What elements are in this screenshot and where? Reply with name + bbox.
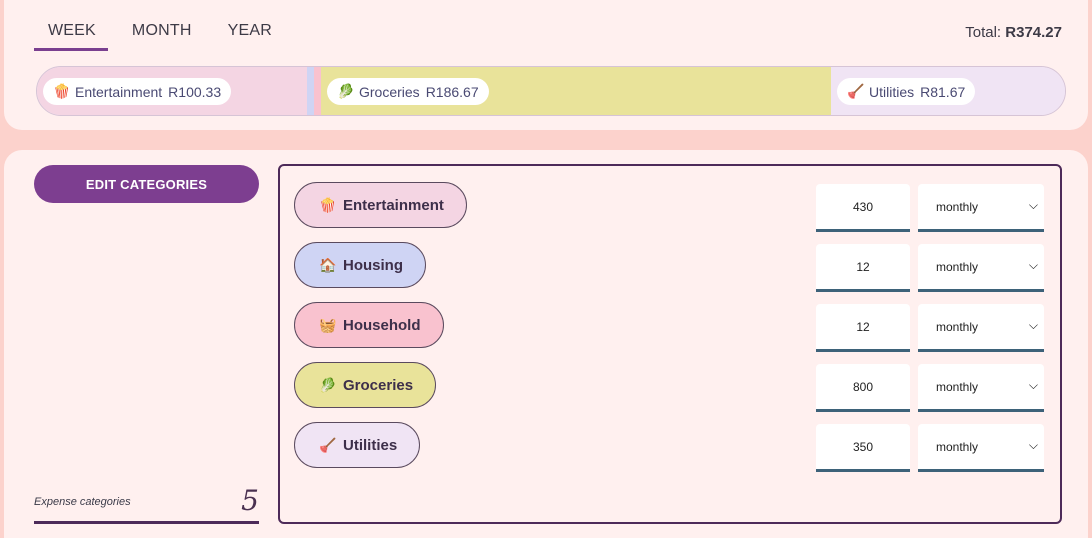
segment-label-groceries: 🥬 Groceries R186.67 [327,78,489,105]
category-row-entertainment: 🍿 Entertainment monthly ⌵ [294,182,1048,232]
amount-input-entertainment[interactable] [816,184,910,232]
segment-name: Groceries [359,83,420,100]
segment-name: Entertainment [75,83,163,100]
category-row-housing: 🏠 Housing monthly ⌵ [294,242,1048,292]
amount-input-groceries[interactable] [816,364,910,412]
category-count-value: 5 [241,484,259,517]
frequency-select-groceries[interactable]: monthly ⌵ [918,364,1044,412]
category-count: Expense categories 5 [34,484,259,524]
category-name: Household [343,316,421,334]
summary-panel: WEEK MONTH YEAR Total: R374.27 🍿 Enterta… [4,0,1088,130]
edit-categories-button[interactable]: EDIT CATEGORIES [34,165,259,203]
segment-amount: R100.33 [168,83,222,100]
amount-input-utilities[interactable] [816,424,910,472]
category-pill-groceries[interactable]: 🥬 Groceries [294,362,437,408]
lettuce-icon: 🥬 [337,83,355,99]
frequency-select-household[interactable]: monthly ⌵ [918,304,1044,352]
tab-year[interactable]: YEAR [214,22,284,51]
amount-input-housing[interactable] [816,244,910,292]
chevron-down-icon: ⌵ [1028,318,1038,332]
segment-household[interactable] [314,67,321,115]
amount-input-household[interactable] [816,304,910,352]
category-pill-entertainment[interactable]: 🍿 Entertainment [294,182,467,228]
total-label: Total: [965,24,1002,41]
frequency-value: monthly [936,379,979,394]
segment-name: Utilities [869,83,915,100]
category-name: Utilities [343,436,398,454]
chevron-down-icon: ⌵ [1028,198,1038,212]
category-name: Entertainment [343,196,444,214]
segment-housing[interactable] [307,67,314,115]
frequency-select-housing[interactable]: monthly ⌵ [918,244,1044,292]
expense-breakdown-bar: 🍿 Entertainment R100.33 🥬 Groceries R186… [36,66,1066,116]
tab-month[interactable]: MONTH [118,22,204,51]
frequency-select-entertainment[interactable]: monthly ⌵ [918,184,1044,232]
segment-entertainment[interactable]: 🍿 Entertainment R100.33 [37,67,307,115]
popcorn-icon: 🍿 [53,83,71,99]
category-name: Groceries [343,376,414,394]
category-pill-household[interactable]: 🧺 Household [294,302,444,348]
tab-week[interactable]: WEEK [34,22,108,51]
frequency-value: monthly [936,199,979,214]
segment-amount: R186.67 [425,83,479,100]
category-list: 🍿 Entertainment monthly ⌵ 🏠 Housing mont… [278,164,1062,524]
frequency-value: monthly [936,439,979,454]
category-pill-housing[interactable]: 🏠 Housing [294,242,426,288]
lettuce-icon: 🥬 [319,376,337,393]
category-pill-utilities[interactable]: 🪠 Utilities [294,422,421,468]
plunger-icon: 🪠 [319,436,337,453]
segment-amount: R81.67 [920,83,966,100]
chevron-down-icon: ⌵ [1028,378,1038,392]
segment-label-utilities: 🪠 Utilities R81.67 [837,78,976,105]
category-name: Housing [343,256,403,274]
plunger-icon: 🪠 [847,83,865,99]
chevron-down-icon: ⌵ [1028,438,1038,452]
house-icon: 🏠 [319,256,337,273]
frequency-value: monthly [936,259,979,274]
total-amount: Total: R374.27 [965,24,1062,41]
iron-icon: 🧺 [319,316,337,333]
total-value: R374.27 [1005,24,1062,41]
period-tabs: WEEK MONTH YEAR [34,22,284,51]
frequency-select-utilities[interactable]: monthly ⌵ [918,424,1044,472]
segment-groceries[interactable]: 🥬 Groceries R186.67 [321,67,831,115]
segment-label-entertainment: 🍿 Entertainment R100.33 [43,78,232,105]
category-row-utilities: 🪠 Utilities monthly ⌵ [294,422,1048,472]
segment-utilities[interactable]: 🪠 Utilities R81.67 [831,67,1065,115]
frequency-value: monthly [936,319,979,334]
categories-panel: EDIT CATEGORIES Expense categories 5 🍿 E… [4,150,1088,538]
chevron-down-icon: ⌵ [1028,258,1038,272]
category-row-groceries: 🥬 Groceries monthly ⌵ [294,362,1048,412]
category-row-household: 🧺 Household monthly ⌵ [294,302,1048,352]
popcorn-icon: 🍿 [319,196,337,213]
category-count-label: Expense categories [34,496,131,508]
